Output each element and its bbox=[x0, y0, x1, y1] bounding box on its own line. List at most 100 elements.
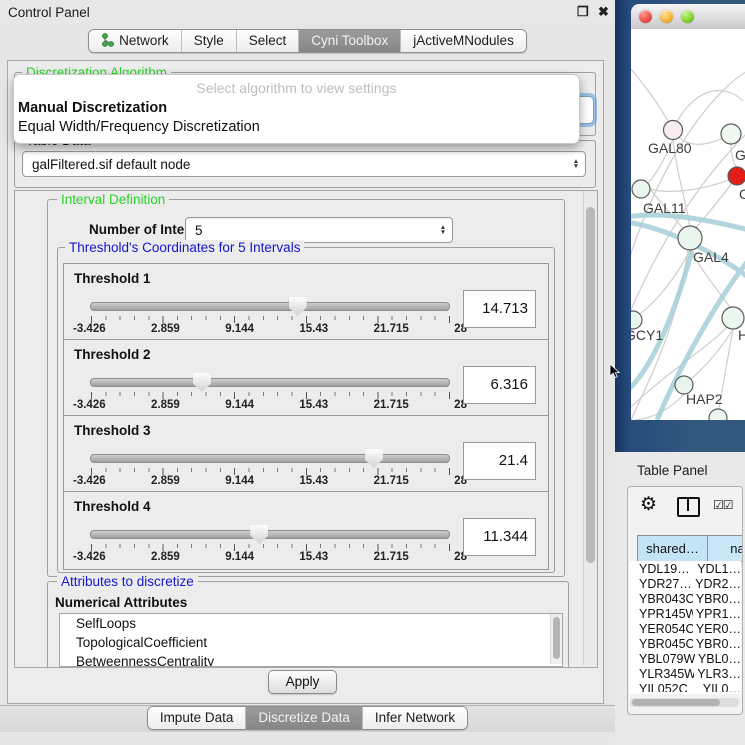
column-header-shared[interactable]: shared… bbox=[637, 535, 708, 562]
network-node[interactable] bbox=[678, 226, 702, 250]
bottom-tab-bar: Impute Data Discretize Data Infer Networ… bbox=[0, 706, 615, 730]
network-view-window: GAL80GACGAL11GAL4GCY1HHAP2 bbox=[631, 4, 745, 420]
slider-thumb[interactable] bbox=[289, 297, 307, 316]
columns-icon[interactable] bbox=[677, 497, 700, 517]
slider-thumb[interactable] bbox=[365, 449, 383, 468]
list-item[interactable]: SelfLoops bbox=[60, 614, 562, 633]
threshold-2-label: Threshold 2 bbox=[74, 347, 151, 362]
numerical-attributes-list[interactable]: SelfLoops TopologicalCoefficient Between… bbox=[59, 613, 563, 667]
algorithm-dropdown-popup: Select algorithm to view settings Manual… bbox=[13, 74, 580, 144]
slider-thumb[interactable] bbox=[193, 373, 211, 392]
combo-stepper-icon: ▲▼ bbox=[567, 159, 585, 170]
table-row[interactable]: YBR043CYBR0… bbox=[629, 592, 741, 607]
network-node-label: C bbox=[739, 186, 745, 202]
threshold-row-4: Threshold 4 -3.4262.8599.14415.4321.7152… bbox=[63, 491, 549, 570]
table-row[interactable]: YIL052CYIL0… bbox=[629, 682, 741, 692]
close-traffic-light[interactable] bbox=[639, 10, 652, 23]
slider-ticks-major bbox=[91, 468, 450, 475]
slider-tick-labels: -3.4262.8599.14415.4321.71528 bbox=[73, 475, 467, 487]
threshold-row-2: Threshold 2 -3.4262.8599.14415.4321.7152… bbox=[63, 339, 549, 418]
slider-thumb[interactable] bbox=[250, 525, 268, 544]
tab-label: jActiveMNodules bbox=[413, 33, 514, 48]
network-node[interactable] bbox=[722, 307, 744, 329]
tab-discretize-data[interactable]: Discretize Data bbox=[245, 707, 362, 729]
tab-infer-network[interactable]: Infer Network bbox=[362, 707, 467, 729]
slider-tick-labels: -3.4262.8599.14415.4321.71528 bbox=[73, 551, 467, 563]
table-row[interactable]: YBR045CYBR0… bbox=[629, 637, 741, 652]
attributes-group-label: Attributes to discretize bbox=[57, 574, 198, 589]
tab-label: Select bbox=[249, 33, 287, 48]
mouse-cursor bbox=[609, 364, 620, 379]
threshold-1-value-field[interactable]: 14.713 bbox=[463, 290, 536, 328]
top-tab-bar: Network Style Select Cyni Toolbox jActiv… bbox=[0, 29, 615, 53]
tab-label: Impute Data bbox=[160, 710, 234, 725]
network-node[interactable] bbox=[664, 121, 683, 140]
threshold-3-value-field[interactable]: 21.4 bbox=[463, 442, 536, 480]
tab-select[interactable]: Select bbox=[236, 30, 299, 52]
table-panel-box: ⚙ ☑☑ shared… na… YDL19…YDL1… YDR27…YDR2…… bbox=[627, 486, 743, 715]
tab-label: Cyni Toolbox bbox=[311, 33, 388, 48]
scrollbar-thumb[interactable] bbox=[632, 699, 720, 706]
network-icon bbox=[101, 33, 114, 48]
table-row[interactable]: YLR345WYLR3… bbox=[629, 667, 741, 682]
algorithm-option-equal-width[interactable]: Equal Width/Frequency Discretization bbox=[17, 118, 576, 136]
table-row[interactable]: YER054CYER0… bbox=[629, 622, 741, 637]
network-node[interactable] bbox=[721, 124, 741, 144]
algorithm-option-manual[interactable]: Manual Discretization bbox=[17, 99, 576, 117]
tab-label: Style bbox=[194, 33, 224, 48]
horizontal-scrollbar[interactable] bbox=[630, 698, 739, 707]
tab-impute-data[interactable]: Impute Data bbox=[148, 707, 246, 729]
threshold-4-slider[interactable] bbox=[90, 530, 450, 539]
tab-label: Network bbox=[119, 33, 169, 48]
tab-cyni-toolbox[interactable]: Cyni Toolbox bbox=[298, 30, 400, 52]
slider-ticks-major bbox=[91, 392, 450, 399]
table-panel: Table Panel ⚙ ☑☑ shared… na… YDL19…YDL1…… bbox=[615, 452, 745, 745]
gear-icon[interactable]: ⚙ bbox=[640, 493, 657, 516]
network-node-label: GCY1 bbox=[631, 327, 663, 343]
apply-button[interactable]: Apply bbox=[268, 670, 337, 694]
numerical-attributes-label: Numerical Attributes bbox=[55, 595, 187, 610]
table-row[interactable]: YBL079WYBL0… bbox=[629, 652, 741, 667]
settings-vertical-scrollbar[interactable] bbox=[583, 191, 597, 665]
attributes-scrollbar[interactable] bbox=[550, 614, 562, 664]
column-header-name[interactable]: na… bbox=[707, 535, 743, 562]
tab-network[interactable]: Network bbox=[89, 30, 181, 52]
network-node-label: HAP2 bbox=[686, 391, 723, 407]
table-rows: YDL19…YDL1… YDR27…YDR2… YBR043CYBR0… YPR… bbox=[629, 562, 741, 692]
list-item[interactable]: TopologicalCoefficient bbox=[60, 633, 562, 652]
float-window-icon[interactable]: ❐ bbox=[577, 4, 589, 20]
slider-ticks-major bbox=[91, 316, 450, 323]
thresholds-group-label: Threshold's Coordinates for 5 Intervals bbox=[65, 240, 304, 255]
close-icon[interactable]: ✖ bbox=[598, 4, 609, 20]
combo-stepper-icon: ▲▼ bbox=[434, 225, 452, 236]
network-canvas[interactable]: GAL80GACGAL11GAL4GCY1HHAP2 bbox=[631, 29, 745, 420]
network-node[interactable] bbox=[632, 180, 650, 198]
list-item[interactable]: BetweennessCentrality bbox=[60, 652, 562, 667]
table-row[interactable]: YPR145WYPR1… bbox=[629, 607, 741, 622]
tab-style[interactable]: Style bbox=[181, 30, 236, 52]
minimize-traffic-light[interactable] bbox=[660, 10, 673, 23]
threshold-1-label: Threshold 1 bbox=[74, 271, 151, 286]
table-data-combobox[interactable]: galFiltered.sif default node ▲▼ bbox=[22, 151, 586, 177]
threshold-3-slider[interactable] bbox=[90, 454, 450, 463]
network-node[interactable] bbox=[709, 409, 727, 420]
scrollbar-thumb[interactable] bbox=[586, 207, 595, 563]
tab-jactivemnodules[interactable]: jActiveMNodules bbox=[400, 30, 526, 52]
threshold-2-value-field[interactable]: 6.316 bbox=[463, 366, 536, 404]
slider-tick-labels: -3.4262.8599.14415.4321.71528 bbox=[73, 399, 467, 411]
table-row[interactable]: YDR27…YDR2… bbox=[629, 577, 741, 592]
threshold-4-value-field[interactable]: 11.344 bbox=[463, 518, 536, 556]
scrollbar-thumb[interactable] bbox=[553, 617, 560, 659]
threshold-1-slider[interactable] bbox=[90, 302, 450, 311]
threshold-2-slider[interactable] bbox=[90, 378, 450, 387]
network-window-titlebar[interactable] bbox=[631, 4, 745, 30]
network-node-label: H bbox=[738, 327, 745, 343]
network-node[interactable] bbox=[728, 167, 745, 185]
interval-definition-label: Interval Definition bbox=[57, 192, 169, 207]
network-node-label: GAL11 bbox=[643, 200, 686, 216]
tab-label: Discretize Data bbox=[258, 710, 350, 725]
zoom-traffic-light[interactable] bbox=[681, 10, 694, 23]
select-columns-icon[interactable]: ☑☑ bbox=[713, 498, 733, 512]
table-row[interactable]: YDL19…YDL1… bbox=[629, 562, 741, 577]
network-node-label: GAL4 bbox=[693, 249, 729, 265]
